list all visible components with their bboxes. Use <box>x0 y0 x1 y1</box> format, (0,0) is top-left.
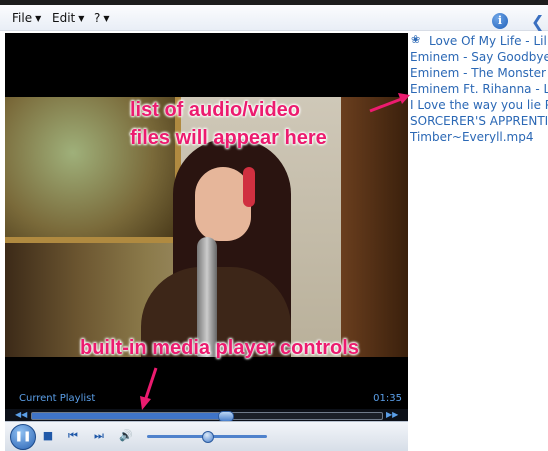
playlist-panel: ❀ Love Of My Life - Lil S Eminem - Say G… <box>410 33 548 144</box>
pause-button[interactable]: ❚❚ <box>10 424 36 450</box>
playlist-item-label: Eminem - The Monster ( <box>410 66 548 80</box>
annotation-playlist-line1: list of audio/video <box>130 99 301 121</box>
stop-button[interactable]: ■ <box>41 429 55 443</box>
playlist-item[interactable]: ❀ Love Of My Life - Lil S <box>410 33 548 49</box>
menu-help-label: ? <box>94 11 101 25</box>
playlist-item[interactable]: SORCERER'S APPRENTIC <box>410 113 548 129</box>
headphone-shape <box>243 167 255 207</box>
playlist-item-label: Eminem - Say Goodbye <box>410 50 548 64</box>
seek-bar-fill <box>32 413 225 419</box>
annotation-playlist-line2: files will appear here <box>130 127 327 149</box>
next-button[interactable]: ⏭ <box>92 429 106 443</box>
seek-bar[interactable] <box>31 411 383 422</box>
chevron-down-icon: ▼ <box>103 14 110 23</box>
playlist-item[interactable]: Eminem - Say Goodbye <box>410 49 548 65</box>
menu-bar: File ▼ Edit ▼ ? ▼ i ❮ <box>0 5 548 31</box>
seek-row: ◀◀ ▶▶ <box>5 409 408 422</box>
playlist-item[interactable]: I Love the way you lie Pa <box>410 97 548 113</box>
chevron-down-icon: ▼ <box>78 14 85 23</box>
playlist-item[interactable]: Eminem - The Monster ( <box>410 65 548 81</box>
menu-edit[interactable]: Edit ▼ <box>52 11 84 25</box>
info-icon[interactable]: i <box>492 13 508 29</box>
volume-slider-thumb[interactable] <box>202 431 214 443</box>
back-arrow-icon[interactable]: ❮ <box>531 13 548 30</box>
playlist-item[interactable]: Eminem Ft. Rihanna - Lo <box>410 81 548 97</box>
speaker-icon[interactable]: 🔊 <box>119 429 133 443</box>
previous-button[interactable]: ⏮ <box>66 429 80 443</box>
playlist-item-label: Love Of My Life - Lil S <box>429 34 548 48</box>
playlist-item-label: Eminem Ft. Rihanna - Lo <box>410 82 548 96</box>
player-controls: ❚❚ ■ ⏮ ⏭ 🔊 <box>5 421 408 451</box>
menu-help[interactable]: ? ▼ <box>94 11 110 25</box>
volume-slider[interactable] <box>147 431 267 443</box>
fast-forward-icon[interactable]: ▶▶ <box>386 409 398 421</box>
annotation-playlist: list of audio/video files will appear he… <box>130 96 327 152</box>
menu-edit-label: Edit <box>52 11 76 25</box>
menu-file[interactable]: File ▼ <box>12 11 41 25</box>
playlist-item[interactable]: Timber~Everyll.mp4 <box>410 129 548 143</box>
now-playing-icon: ❀ <box>411 33 421 46</box>
playlist-item-label: Timber~Everyll.mp4 <box>410 130 534 143</box>
annotation-controls: built-in media player controls <box>80 337 359 359</box>
time-display: 01:35 <box>373 393 402 404</box>
playlist-item-label: SORCERER'S APPRENTIC <box>410 114 548 128</box>
rewind-icon[interactable]: ◀◀ <box>15 409 27 421</box>
player-bottom-bar: Current Playlist 01:35 ◀◀ ▶▶ ❚❚ ■ ⏮ ⏭ 🔊 <box>5 390 408 451</box>
playlist-item-label: I Love the way you lie Pa <box>410 98 548 112</box>
current-playlist-label: Current Playlist <box>19 393 96 404</box>
menu-file-label: File <box>12 11 33 25</box>
video-cabinet <box>341 97 408 357</box>
chevron-down-icon: ▼ <box>35 14 42 23</box>
